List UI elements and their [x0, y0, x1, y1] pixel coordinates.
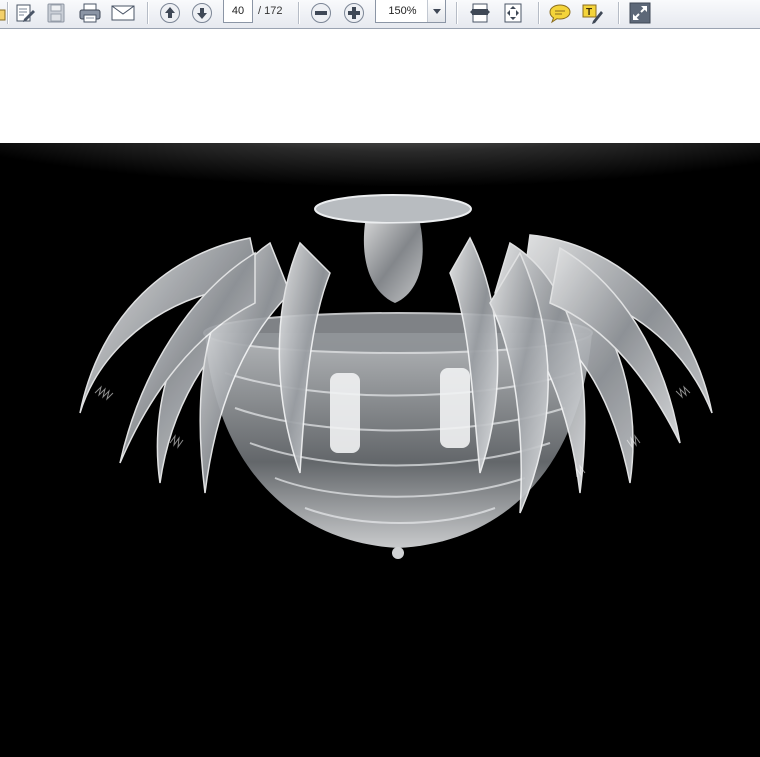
- page-number-input[interactable]: 40: [223, 0, 253, 23]
- zoom-out-button[interactable]: [308, 0, 334, 25]
- plus-circle-icon: [343, 2, 365, 24]
- next-page-button[interactable]: [189, 0, 215, 25]
- svg-text:T: T: [586, 7, 592, 18]
- edit-icon: [14, 2, 36, 24]
- toolbar-separator: [298, 2, 300, 24]
- zoom-dropdown-button[interactable]: [427, 0, 445, 22]
- zoom-value: 150%: [388, 5, 417, 17]
- fit-page-button[interactable]: [500, 0, 526, 25]
- speech-bubble-icon: [548, 2, 572, 24]
- printer-icon: [78, 2, 102, 24]
- save-button[interactable]: [43, 0, 69, 25]
- envelope-icon: [110, 3, 136, 23]
- arrow-up-icon: [159, 2, 181, 24]
- pdf-toolbar: 40 / 172 150% T: [0, 0, 760, 29]
- chevron-down-icon: [432, 5, 441, 17]
- fit-page-icon: [502, 2, 524, 24]
- toolbar-separator: [147, 2, 149, 24]
- email-button[interactable]: [110, 0, 136, 25]
- edit-button[interactable]: [12, 0, 38, 25]
- full-screen-button[interactable]: [627, 0, 653, 25]
- comment-button[interactable]: [547, 0, 573, 25]
- save-icon: [45, 2, 67, 24]
- toolbar-separator: [538, 2, 540, 24]
- fit-width-button[interactable]: [467, 0, 493, 25]
- arrow-down-icon: [191, 2, 213, 24]
- zoom-select[interactable]: 150%: [375, 0, 446, 23]
- page-total-label: / 172: [258, 5, 283, 17]
- highlight-text-button[interactable]: T: [580, 0, 606, 25]
- toolbar-separator: [7, 2, 9, 24]
- previous-page-button[interactable]: [157, 0, 183, 25]
- chandelier-photo: [0, 143, 760, 757]
- toolbar-separator: [456, 2, 458, 24]
- minus-circle-icon: [310, 2, 332, 24]
- print-button[interactable]: [77, 0, 103, 25]
- toolbar-separator: [618, 2, 620, 24]
- expand-icon: [629, 2, 651, 24]
- text-highlight-icon: T: [581, 2, 605, 24]
- fit-width-icon: [469, 2, 491, 24]
- zoom-in-button[interactable]: [341, 0, 367, 25]
